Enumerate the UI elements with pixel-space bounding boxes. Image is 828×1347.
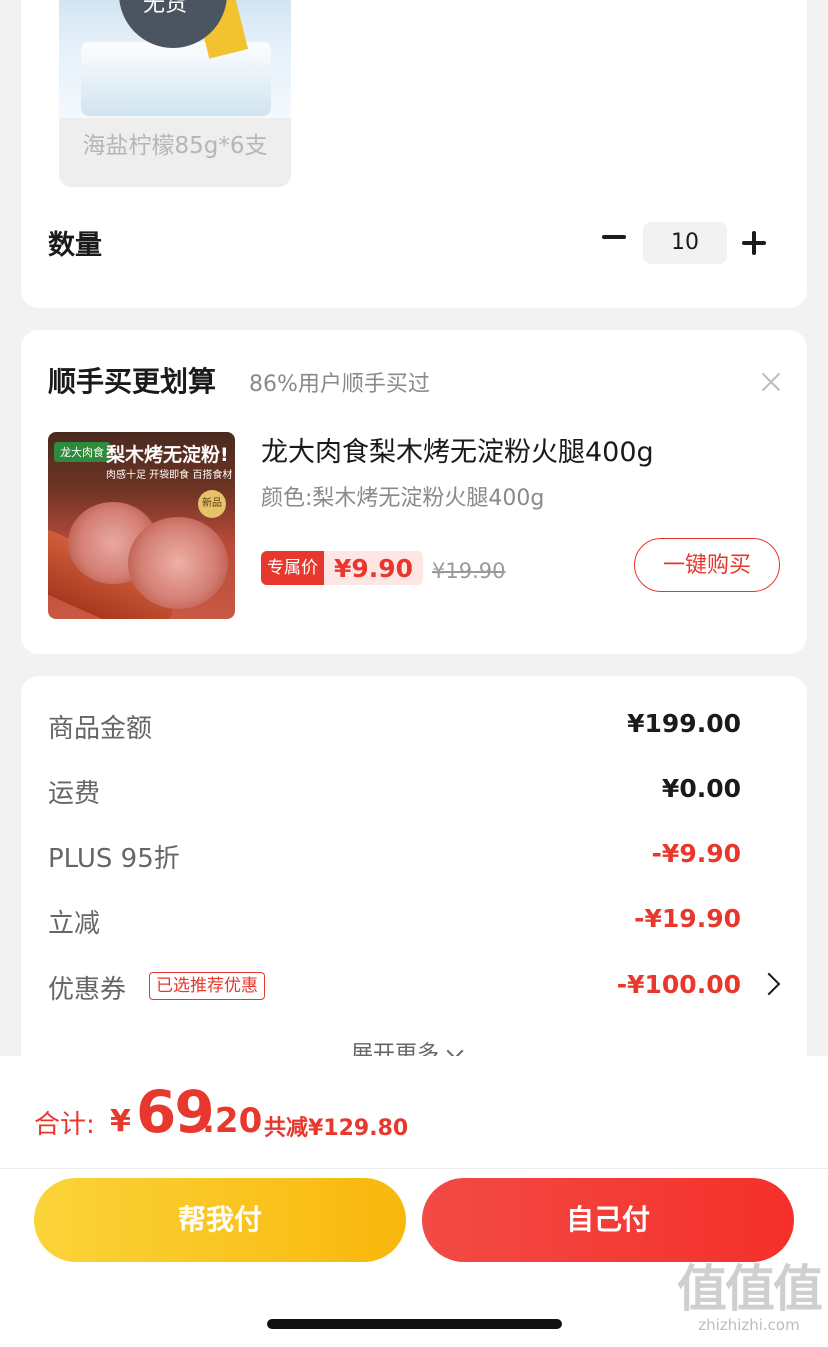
home-indicator xyxy=(267,1319,562,1329)
variant-quantity-card: 无货 海盐柠檬85g*6支 数量 10 xyxy=(21,0,807,308)
product-image-tagline: 肉感十足 开袋即食 百搭食材 xyxy=(106,470,233,481)
chevron-right-icon[interactable] xyxy=(757,972,781,996)
plus-icon[interactable] xyxy=(740,229,768,257)
product-spec: 颜色:梨木烤无淀粉火腿400g xyxy=(261,486,545,511)
bundle-suggestion-card: 顺手买更划算 86%用户顺手买过 龙大肉食 梨木烤无淀粉! 肉感十足 开袋即食 … xyxy=(21,330,807,654)
exclusive-price-tag: 专属价 ¥9.90 xyxy=(261,551,424,585)
help-me-pay-button[interactable]: 帮我付 xyxy=(34,1178,406,1262)
total-amount-decimal: .20 xyxy=(202,1101,263,1141)
pay-myself-button[interactable]: 自己付 xyxy=(422,1178,794,1262)
quantity-input[interactable]: 10 xyxy=(643,222,727,264)
variant-label: 海盐柠檬85g*6支 xyxy=(82,133,268,159)
bundle-subtitle: 86%用户顺手买过 xyxy=(249,372,430,397)
product-image[interactable]: 龙大肉食 梨木烤无淀粉! 肉感十足 开袋即食 百搭食材 新品 xyxy=(48,432,235,619)
close-icon[interactable] xyxy=(757,368,785,396)
watermark-logo: 值值值 zhizhizhi.com xyxy=(676,1260,823,1337)
summary-row-label: 商品金额 xyxy=(48,714,153,744)
one-click-buy-button[interactable]: 一键购买 xyxy=(634,538,780,592)
total-currency: ¥ xyxy=(110,1104,131,1139)
product-image-brand: 龙大肉食 xyxy=(54,442,110,462)
watermark-mark: 值值值 xyxy=(677,1260,823,1318)
bundle-title: 顺手买更划算 xyxy=(48,365,217,398)
exclusive-price-label: 专属价 xyxy=(261,551,324,585)
out-of-stock-label: 无货 xyxy=(143,0,188,17)
summary-row-value: -¥19.90 xyxy=(634,904,741,933)
coupon-row-label[interactable]: 优惠券 xyxy=(48,969,126,1006)
variant-image: 无货 xyxy=(59,0,291,118)
total-saved: 共减¥129.80 xyxy=(264,1116,409,1141)
quantity-label: 数量 xyxy=(48,230,102,261)
summary-row-value: -¥9.90 xyxy=(651,839,741,868)
original-price: ¥19.90 xyxy=(432,559,506,583)
summary-row-value: ¥0.00 xyxy=(661,774,741,803)
summary-row-value: ¥199.00 xyxy=(627,709,741,738)
watermark-site: zhizhizhi.com xyxy=(698,1316,800,1334)
divider xyxy=(0,1168,828,1169)
product-image-headline: 梨木烤无淀粉! xyxy=(106,444,229,466)
new-badge: 新品 xyxy=(198,490,226,518)
coupon-row-value[interactable]: -¥100.00 xyxy=(617,970,741,999)
coupon-tag: 已选推荐优惠 xyxy=(149,972,265,1000)
minus-icon[interactable] xyxy=(600,223,628,251)
variant-option-sea-salt-lemon[interactable]: 无货 海盐柠檬85g*6支 xyxy=(59,0,291,187)
summary-row-label: 立减 xyxy=(48,909,101,939)
exclusive-price-value: ¥9.90 xyxy=(334,553,414,583)
checkout-bar: 合计: ¥ 69 .20 共减¥129.80 帮我付 自己付 值值值 zhizh… xyxy=(0,1056,828,1347)
product-name[interactable]: 龙大肉食梨木烤无淀粉火腿400g xyxy=(261,430,654,469)
summary-row-label: 运费 xyxy=(48,779,101,809)
summary-row-label: PLUS 95折 xyxy=(48,844,180,874)
total-label: 合计: xyxy=(34,1110,95,1140)
price-summary-card: 商品金额 ¥199.00 运费 ¥0.00 PLUS 95折 -¥9.90 立减… xyxy=(21,676,807,1096)
